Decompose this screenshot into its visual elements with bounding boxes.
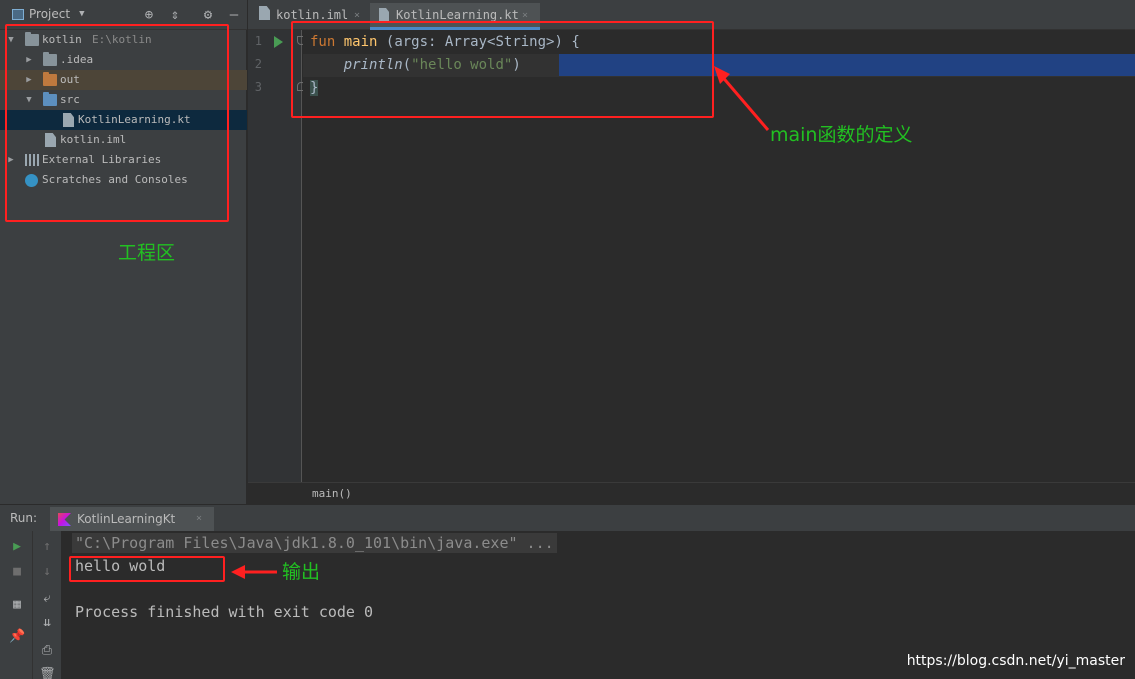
tab-label: KotlinLearning.kt [396, 8, 519, 22]
line-number: 3 [254, 80, 262, 94]
annotation-box-output [69, 556, 225, 582]
close-icon[interactable]: × [196, 513, 202, 524]
watermark: https://blog.csdn.net/yi_master [906, 653, 1125, 669]
annotation-main-definition: main函数的定义 [770, 124, 913, 146]
tab-label: kotlin.iml [276, 8, 349, 22]
run-label: Run: [10, 511, 38, 525]
minimize-icon[interactable]: — [226, 7, 242, 23]
console-toolbar: ↑ ↓ ⤶ ⇊ ⎙ 🗑 [33, 531, 62, 679]
arrow-up-icon[interactable]: ↑ [39, 539, 55, 555]
run-toolbar: ▶ ■ ▦ 📌 [0, 531, 33, 679]
print-icon[interactable]: ⎙ [39, 643, 55, 659]
run-tab-label: KotlinLearningKt [77, 512, 176, 526]
annotation-output: 输出 [282, 561, 321, 583]
line-number: 2 [254, 57, 262, 71]
gear-icon[interactable]: ⚙ [200, 7, 216, 23]
collapse-all-icon[interactable]: ⇕ [167, 7, 183, 23]
console-command-line: "C:\Program Files\Java\jdk1.8.0_101\bin\… [72, 533, 557, 553]
run-panel-header: Run: KotlinLearningKt × [0, 504, 1135, 532]
project-view-label: Project [29, 7, 71, 21]
scroll-to-end-icon[interactable]: ⇊ [39, 615, 55, 631]
iml-file-icon [259, 6, 270, 20]
pin-icon[interactable]: 📌 [9, 629, 25, 645]
kotlin-file-icon [379, 8, 389, 21]
layout-icon[interactable]: ▦ [9, 597, 25, 613]
rerun-icon[interactable]: ▶ [9, 539, 25, 555]
console-exit-line: Process finished with exit code 0 [75, 603, 374, 621]
project-icon [12, 8, 24, 20]
kotlin-icon [58, 513, 71, 526]
run-config-tab[interactable]: KotlinLearningKt × [50, 507, 214, 532]
arrow-down-icon[interactable]: ↓ [39, 564, 55, 580]
chevron-down-icon: ▼ [79, 9, 85, 19]
run-gutter-icon[interactable] [274, 36, 283, 48]
trash-icon[interactable]: 🗑 [39, 667, 56, 679]
annotation-project-area: 工程区 [118, 242, 176, 264]
annotation-arrow-main [714, 66, 770, 131]
stop-icon[interactable]: ■ [9, 564, 25, 580]
line-number: 1 [254, 34, 262, 48]
annotation-box-project [5, 24, 229, 222]
locate-icon[interactable]: ⊕ [141, 7, 157, 23]
project-view-selector[interactable]: Project ▼ [12, 7, 84, 21]
annotation-box-main [291, 21, 714, 118]
editor-breadcrumb: main() [248, 482, 1135, 504]
annotation-arrow-output [231, 565, 277, 579]
soft-wrap-icon[interactable]: ⤶ [39, 591, 55, 607]
breadcrumb-item[interactable]: main() [312, 487, 352, 500]
